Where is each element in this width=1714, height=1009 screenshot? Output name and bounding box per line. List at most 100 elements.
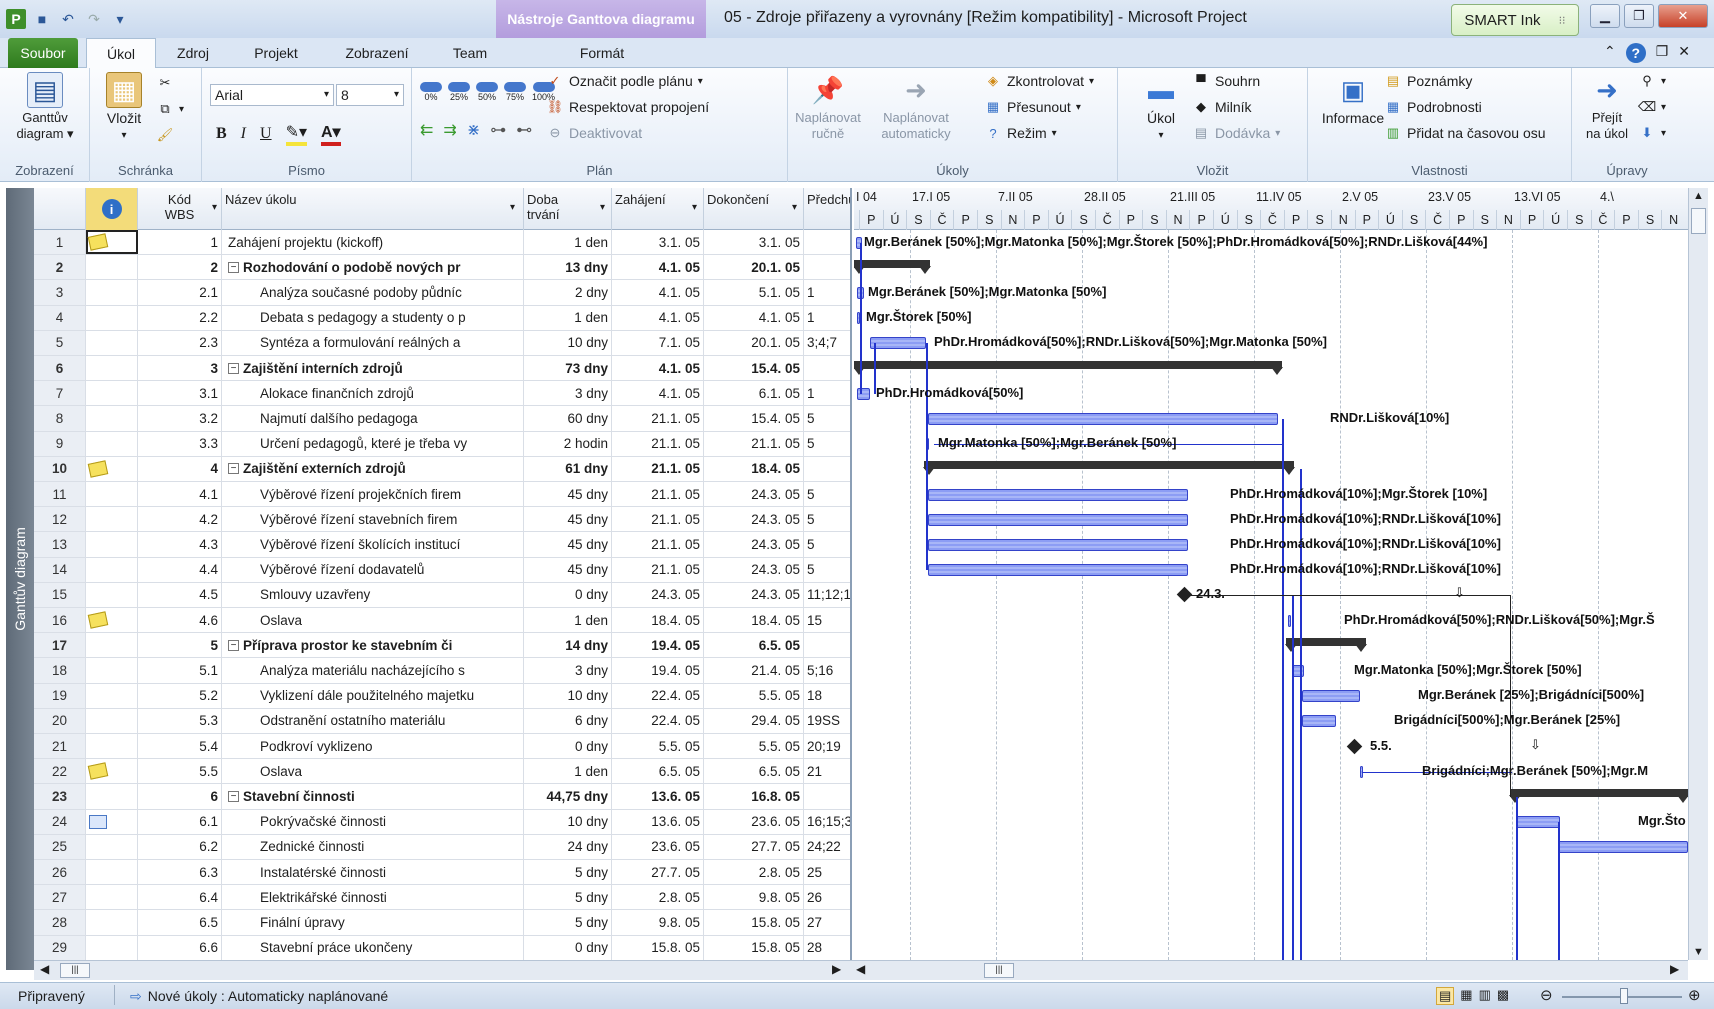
cell-wbs[interactable]: 4.3 (138, 532, 222, 557)
task-bar[interactable] (1516, 816, 1560, 829)
bar-resource-label[interactable]: RNDr.Lišková[10%] (1330, 410, 1449, 425)
cell-dur[interactable]: 1 den (524, 759, 612, 784)
cell-pred[interactable]: 5 (804, 532, 850, 556)
cell-dur[interactable]: 13 dny (524, 255, 612, 280)
tab-soubor[interactable]: Soubor (8, 38, 78, 68)
cell-name[interactable]: − Stavební činnosti (222, 784, 524, 809)
cell-pred[interactable] (804, 255, 850, 279)
table-row[interactable]: 6 3− Zajištění interních zdrojů 73 dny 4.1. … (34, 356, 850, 382)
close-button[interactable]: ✕ (1658, 4, 1708, 28)
cell-n[interactable]: 27 (34, 885, 86, 910)
cell-n[interactable]: 24 (34, 809, 86, 834)
cell-wbs[interactable]: 2 (138, 255, 222, 280)
table-row[interactable]: 14 4.4 Výběrové řízení dodavatelů 45 dny 21.… (34, 557, 850, 583)
task-bar[interactable] (870, 337, 926, 350)
cell-pred[interactable]: 5;16 (804, 658, 850, 682)
bar-resource-label[interactable]: Mgr.Beránek [25%];Brigádníci[500%] (1418, 687, 1644, 702)
cell-start[interactable]: 21.1. 05 (612, 507, 704, 532)
cell-name[interactable]: Podkroví vyklizeno (222, 734, 524, 759)
cell-dur[interactable]: 10 dny (524, 809, 612, 834)
indicator-cell[interactable] (86, 582, 138, 607)
table-row[interactable]: 23 6− Stavební činnosti 44,75 dny 13.6. 05 16… (34, 784, 850, 810)
task-bar[interactable] (1558, 841, 1688, 854)
cell-pred[interactable] (804, 356, 850, 380)
task-bar[interactable] (928, 488, 1188, 501)
redo-icon[interactable]: ↷ (84, 9, 104, 29)
pct-25-button[interactable]: 25% (448, 82, 470, 102)
indicator-cell[interactable] (86, 885, 138, 910)
indicator-cell[interactable] (86, 280, 138, 305)
cell-n[interactable]: 26 (34, 860, 86, 885)
bar-resource-label[interactable]: PhDr.Hromádková[10%];RNDr.Lišková[10%] (1230, 511, 1501, 526)
cell-finish[interactable]: 18.4. 05 (704, 456, 804, 481)
indicator-cell[interactable] (86, 507, 138, 532)
zoom-out-icon[interactable]: ⊖ (1540, 986, 1553, 1004)
table-row[interactable]: 28 6.5 Finální úpravy 5 dny 9.8. 05 15.8. 05 2… (34, 910, 850, 936)
cell-wbs[interactable]: 1 (138, 230, 222, 255)
cell-wbs[interactable]: 5.4 (138, 734, 222, 759)
task-bar[interactable] (928, 513, 1188, 526)
vertical-scroll-thumb[interactable] (1691, 208, 1706, 234)
cell-n[interactable]: 28 (34, 910, 86, 935)
collapse-toggle-icon[interactable]: − (228, 463, 239, 475)
table-row[interactable]: 22 5.5 Oslava 1 den 6.5. 05 6.5. 05 21 (34, 759, 850, 785)
respect-links-button[interactable]: ⛓ Respektovat propojení (546, 98, 709, 116)
cell-wbs[interactable]: 3.1 (138, 381, 222, 406)
information-button[interactable]: ▣ Informace (1314, 72, 1392, 126)
cell-wbs[interactable]: 2.1 (138, 280, 222, 305)
indicator-cell[interactable] (86, 633, 138, 658)
cell-name[interactable]: Debata s pedagogy a studenty o p (222, 305, 524, 330)
indent-icon[interactable]: ⇉ (443, 120, 456, 140)
task-bar[interactable] (928, 564, 1188, 577)
table-row[interactable]: 3 2.1 Analýza současné podoby půdníc 2 dny 4… (34, 280, 850, 306)
new-tasks-mode[interactable]: ⇨ Nové úkoly : Automaticky naplánované (130, 988, 388, 1005)
scroll-right-icon[interactable]: ▶ (832, 962, 841, 976)
cell-finish[interactable]: 21.1. 05 (704, 431, 804, 456)
table-row[interactable]: 19 5.2 Vyklizení dále použitelného majetku… (34, 683, 850, 709)
cell-finish[interactable]: 15.4. 05 (704, 406, 804, 431)
cell-pred[interactable]: 5 (804, 482, 850, 506)
table-row[interactable]: 13 4.3 Výběrové řízení školících institucí… (34, 532, 850, 558)
cell-n[interactable]: 10 (34, 456, 86, 481)
cell-name[interactable]: Analýza materiálu nacházejícího s (222, 658, 524, 683)
cell-n[interactable]: 14 (34, 557, 86, 582)
cell-pred[interactable]: 24;22 (804, 835, 850, 859)
indicator-cell[interactable] (86, 406, 138, 431)
cell-finish[interactable]: 24.3. 05 (704, 532, 804, 557)
close-doc-icon[interactable]: ✕ (1678, 43, 1690, 63)
cell-n[interactable]: 4 (34, 305, 86, 330)
task-bar[interactable] (857, 387, 870, 400)
horizontal-scrollbar[interactable]: ◀ ||| ▶ ◀ ||| ▶ (34, 960, 1688, 980)
cell-n[interactable]: 15 (34, 582, 86, 607)
details-button[interactable]: ▦ Podrobnosti (1384, 98, 1482, 116)
indicator-cell[interactable] (86, 482, 138, 507)
indicator-cell[interactable] (86, 305, 138, 330)
indicator-cell[interactable] (86, 557, 138, 582)
table-row[interactable]: 12 4.2 Výběrové řízení stavebních firem 45 … (34, 507, 850, 533)
cell-finish[interactable]: 29.4. 05 (704, 708, 804, 733)
cell-finish[interactable]: 3.1. 05 (704, 230, 804, 255)
cell-n[interactable]: 8 (34, 406, 86, 431)
cell-start[interactable]: 13.6. 05 (612, 784, 704, 809)
cell-n[interactable]: 22 (34, 759, 86, 784)
cell-start[interactable]: 4.1. 05 (612, 381, 704, 406)
bar-resource-label[interactable]: 24.3. (1196, 586, 1225, 601)
cell-wbs[interactable]: 4.5 (138, 582, 222, 607)
inactivate-button[interactable]: ⊖ Deaktivovat (546, 124, 643, 142)
cell-wbs[interactable]: 4.1 (138, 482, 222, 507)
cell-pred[interactable]: 5 (804, 558, 850, 582)
task-bar[interactable] (928, 413, 1278, 425)
indicator-cell[interactable] (86, 255, 138, 280)
table-row[interactable]: 29 6.6 Stavební práce ukončeny 0 dny 15.8. 0… (34, 935, 850, 960)
cell-start[interactable]: 19.4. 05 (612, 633, 704, 658)
tab-zdroj[interactable]: Zdroj (160, 38, 226, 68)
mark-on-track-button[interactable]: ✓ Označit podle plánu ▾ (546, 72, 703, 90)
table-row[interactable]: 1 1 Zahájení projektu (kickoff) 1 den 3.1. 0… (34, 230, 850, 256)
cell-pred[interactable]: 5 (804, 406, 850, 430)
cell-pred[interactable]: 3;4;7 (804, 331, 850, 355)
gantt-view-icon[interactable]: ▤ (1436, 987, 1455, 1005)
link-icon[interactable]: ⊶ (490, 120, 506, 140)
save-icon[interactable]: ■ (32, 9, 52, 29)
cell-wbs[interactable]: 6.2 (138, 834, 222, 859)
cell-wbs[interactable]: 6.1 (138, 809, 222, 834)
